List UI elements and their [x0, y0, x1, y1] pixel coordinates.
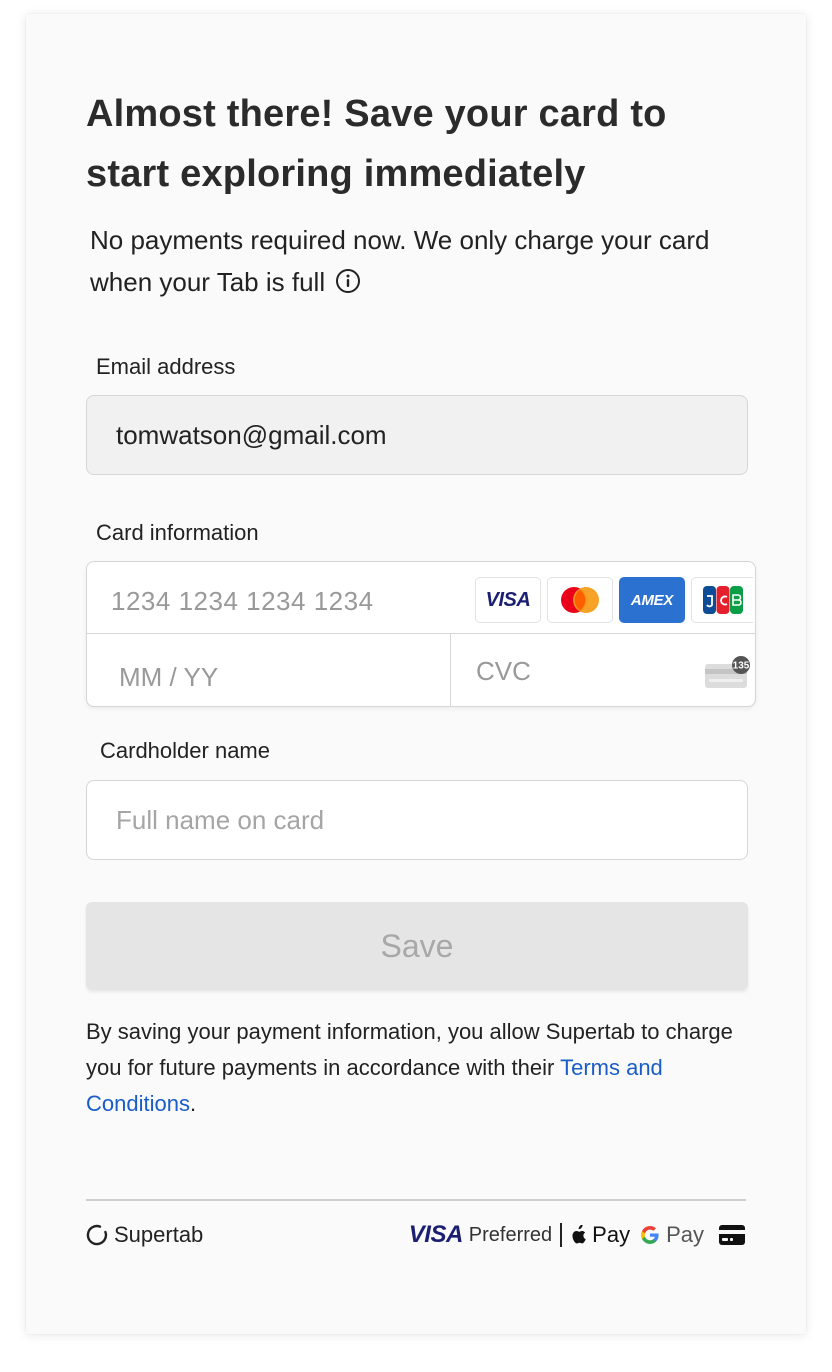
email-field[interactable]	[86, 395, 748, 475]
email-label: Email address	[96, 354, 236, 379]
credit-card-icon	[719, 1225, 745, 1245]
supertab-brand: Supertab	[86, 1220, 203, 1250]
google-pay-text: Pay	[666, 1222, 704, 1247]
cardholder-name-label: Cardholder name	[100, 738, 270, 763]
footer-divider	[86, 1199, 746, 1201]
cardholder-name-field[interactable]	[86, 780, 748, 860]
amex-mark: AMEX	[630, 591, 674, 609]
visa-preferred-text: Preferred	[468, 1223, 553, 1246]
payment-card-panel: Almost there! Save your card to start ex…	[26, 14, 806, 1334]
payment-separator	[560, 1223, 563, 1247]
apple-icon	[572, 1225, 586, 1244]
payment-methods: VISA Preferred Pay Pay	[409, 1220, 746, 1250]
visa-card-icon: VISA	[475, 577, 541, 623]
cvc-placeholder: CVC	[476, 656, 531, 686]
cvc-card-icon: 135	[705, 656, 750, 688]
amex-card-icon: AMEX	[619, 577, 685, 623]
subtitle-text: No payments required now. We only charge…	[90, 225, 710, 297]
card-number-input[interactable]: 1234 1234 1234 1234 VISA AMEX	[87, 562, 755, 634]
card-information-label: Card information	[96, 520, 259, 545]
card-brands: VISA AMEX	[475, 577, 753, 623]
legal-notice: By saving your payment information, you …	[86, 1014, 766, 1122]
supertab-logo-icon	[86, 1224, 108, 1246]
visa-card-text: VISA	[485, 588, 531, 611]
expiry-placeholder: MM / YY	[119, 662, 219, 692]
card-information-group: 1234 1234 1234 1234 VISA AMEX MM / YY CV	[86, 561, 756, 707]
cvc-input[interactable]: CVC 135	[451, 634, 755, 706]
card-number-placeholder: 1234 1234 1234 1234	[111, 586, 374, 616]
jcb-card-icon	[691, 577, 753, 623]
cvc-badge-text: 135	[733, 661, 750, 672]
mastercard-icon	[547, 577, 613, 623]
apple-pay-text: Pay	[592, 1222, 631, 1247]
info-circle-icon[interactable]	[335, 264, 361, 293]
legal-end: .	[189, 1091, 197, 1116]
google-g-icon	[641, 1226, 659, 1244]
expiry-input[interactable]: MM / YY	[87, 634, 451, 706]
visa-logo: VISA	[408, 1221, 464, 1248]
supertab-brand-text: Supertab	[114, 1222, 204, 1247]
page-title: Almost there! Save your card to start ex…	[86, 93, 667, 195]
save-button[interactable]: Save	[86, 902, 748, 990]
page-subtitle: No payments required now. We only charge…	[90, 219, 750, 303]
